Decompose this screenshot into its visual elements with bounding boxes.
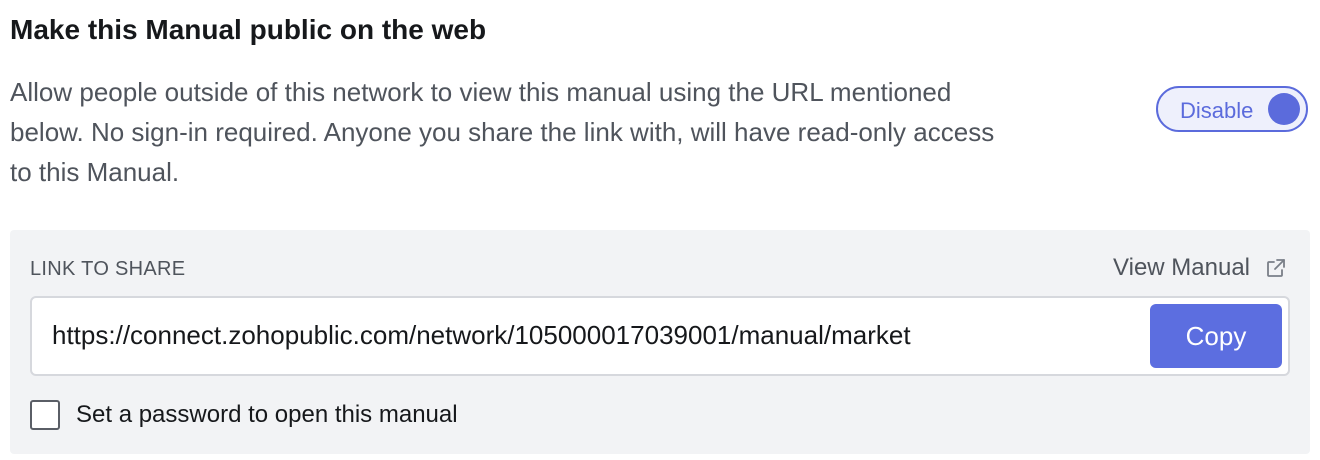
view-manual-link[interactable]: View Manual xyxy=(1113,254,1288,282)
view-manual-label: View Manual xyxy=(1113,254,1250,281)
share-url-field[interactable]: https://connect.zohopublic.com/network/1… xyxy=(30,296,1290,376)
section-title: Make this Manual public on the web xyxy=(10,14,487,45)
section-description: Allow people outside of this network to … xyxy=(10,77,995,187)
share-link-panel: LINK TO SHARE View Manual https://connec… xyxy=(10,230,1310,454)
external-link-icon xyxy=(1264,256,1288,280)
public-access-toggle[interactable]: Disable xyxy=(1156,86,1308,132)
public-manual-settings: Make this Manual public on the web Allow… xyxy=(0,0,1320,460)
password-checkbox[interactable] xyxy=(30,400,60,430)
toggle-knob xyxy=(1268,93,1300,125)
password-checkbox-label: Set a password to open this manual xyxy=(76,401,458,428)
toggle-label: Disable xyxy=(1180,98,1254,123)
link-to-share-label: LINK TO SHARE xyxy=(30,258,186,280)
password-option[interactable]: Set a password to open this manual xyxy=(30,400,458,430)
share-url-value[interactable]: https://connect.zohopublic.com/network/1… xyxy=(52,320,911,351)
copy-button[interactable]: Copy xyxy=(1150,304,1282,368)
